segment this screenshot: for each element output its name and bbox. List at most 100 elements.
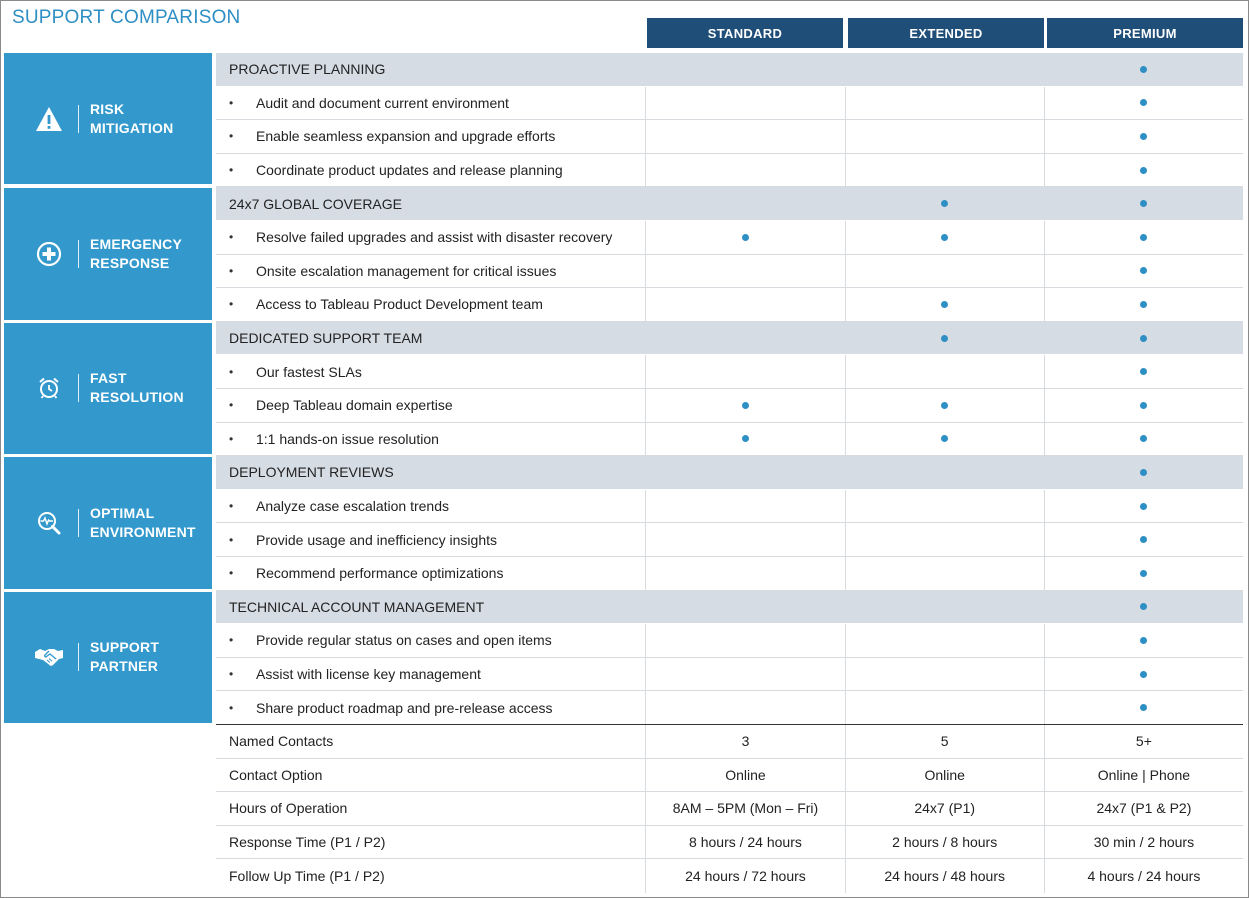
feature-row: • Deep Tableau domain expertise xyxy=(216,389,1243,423)
cell-extended xyxy=(845,187,1044,220)
cell-standard xyxy=(645,153,844,187)
row-text: 1:1 hands-on issue resolution xyxy=(256,430,439,447)
bullet-icon: • xyxy=(229,633,234,648)
cell-premium xyxy=(1043,657,1243,691)
summary-value-extended: 24x7 (P1) xyxy=(844,792,1044,825)
cell-premium xyxy=(1043,153,1243,187)
summary-row: Named Contacts 3 5 5+ xyxy=(216,725,1243,759)
feature-label: • Analyze case escalation trends xyxy=(216,490,645,523)
cell-standard xyxy=(645,120,844,153)
feature-row: • Recommend performance optimizations xyxy=(216,557,1243,591)
row-text: TECHNICAL ACCOUNT MANAGEMENT xyxy=(229,598,485,615)
cell-premium xyxy=(1044,591,1243,624)
section-header-row: TECHNICAL ACCOUNT MANAGEMENT xyxy=(216,590,1243,625)
category-label: EMERGENCY RESPONSE xyxy=(90,236,183,272)
row-text: Recommend performance optimizations xyxy=(256,565,504,582)
cell-premium xyxy=(1043,86,1243,120)
feature-row: • Resolve failed upgrades and assist with… xyxy=(216,221,1243,255)
feature-label: • Assist with license key management xyxy=(216,658,645,691)
included-dot-icon xyxy=(1140,166,1148,174)
feature-label: • Audit and document current environment xyxy=(216,87,645,120)
cell-premium xyxy=(1043,288,1243,321)
cell-extended xyxy=(844,557,1044,590)
cell-extended xyxy=(844,355,1044,388)
summary-value-premium: 24x7 (P1 & P2) xyxy=(1043,792,1243,825)
cell-standard xyxy=(645,657,844,691)
feature-row: • Provide usage and inefficiency insights xyxy=(216,523,1243,557)
included-dot-icon xyxy=(1140,267,1148,275)
cell-premium xyxy=(1043,254,1243,288)
summary-value-premium: Online | Phone xyxy=(1043,758,1243,792)
cell-extended xyxy=(845,322,1044,355)
medical-plus-icon xyxy=(34,239,64,269)
cell-extended xyxy=(844,288,1044,321)
feature-label: • Access to Tableau Product Development t… xyxy=(216,288,645,321)
section-title: TECHNICAL ACCOUNT MANAGEMENT xyxy=(216,591,645,624)
cell-standard xyxy=(645,187,844,220)
included-dot-icon xyxy=(941,401,949,409)
cell-standard xyxy=(645,254,844,288)
bullet-icon: • xyxy=(229,95,234,110)
included-dot-icon xyxy=(741,401,749,409)
cell-premium xyxy=(1044,53,1243,86)
cell-extended xyxy=(844,221,1044,254)
feature-label: • Enable seamless expansion and upgrade e… xyxy=(216,120,645,153)
included-dot-icon xyxy=(941,200,949,208)
summary-value-standard: 3 xyxy=(645,725,844,758)
summary-value-standard: 8AM – 5PM (Mon – Fri) xyxy=(645,792,844,825)
cell-standard xyxy=(645,489,844,523)
feature-label: • Recommend performance optimizations xyxy=(216,557,645,590)
column-header-premium: PREMIUM xyxy=(1047,18,1243,48)
section-title: 24x7 GLOBAL COVERAGE xyxy=(216,187,645,220)
feature-label: • Onsite escalation management for critic… xyxy=(216,255,645,288)
cell-extended xyxy=(844,254,1044,288)
cell-premium xyxy=(1044,456,1243,489)
section-header-row: 24x7 GLOBAL COVERAGE xyxy=(216,187,1243,221)
category-emergency-response: EMERGENCY RESPONSE xyxy=(4,188,212,320)
bullet-icon: • xyxy=(229,364,234,379)
cell-premium xyxy=(1043,489,1243,523)
category-label: FAST RESOLUTION xyxy=(90,370,184,406)
included-dot-icon xyxy=(941,334,949,342)
bullet-icon: • xyxy=(229,431,234,446)
feature-row: • 1:1 hands-on issue resolution xyxy=(216,422,1243,457)
row-text: Share product roadmap and pre-release ac… xyxy=(256,699,553,716)
category-divider xyxy=(78,240,79,269)
row-text: DEDICATED SUPPORT TEAM xyxy=(229,330,423,347)
cell-extended xyxy=(844,657,1044,691)
bullet-icon: • xyxy=(229,263,234,278)
cell-standard xyxy=(645,523,844,556)
cell-standard xyxy=(645,691,844,724)
cell-extended xyxy=(844,523,1044,556)
included-dot-icon xyxy=(1140,401,1148,409)
included-dot-icon xyxy=(1140,468,1148,476)
summary-value-premium: 4 hours / 24 hours xyxy=(1043,859,1243,893)
feature-label: • Resolve failed upgrades and assist with… xyxy=(216,221,645,254)
cell-standard xyxy=(645,557,844,590)
category-optimal-environment: OPTIMAL ENVIRONMENT xyxy=(4,457,212,589)
category-divider xyxy=(78,104,79,133)
feature-row: • Coordinate product updates and release … xyxy=(216,153,1243,188)
summary-value-premium: 5+ xyxy=(1043,725,1243,758)
feature-row: • Provide regular status on cases and ope… xyxy=(216,624,1243,658)
row-text: Provide regular status on cases and open… xyxy=(256,632,552,649)
section-header-row: PROACTIVE PLANNING xyxy=(216,53,1243,87)
cell-standard xyxy=(645,53,844,86)
row-text: Our fastest SLAs xyxy=(256,363,362,380)
cell-premium xyxy=(1043,557,1243,590)
included-dot-icon xyxy=(1140,502,1148,510)
row-text: Resolve failed upgrades and assist with … xyxy=(256,229,613,246)
cell-premium xyxy=(1043,120,1243,153)
feature-label: • Coordinate product updates and release … xyxy=(216,154,645,187)
included-dot-icon xyxy=(741,233,749,241)
cell-extended xyxy=(844,624,1044,657)
cell-standard xyxy=(645,389,844,422)
included-dot-icon xyxy=(1140,536,1148,544)
cell-standard xyxy=(645,591,844,624)
summary-value-standard: 8 hours / 24 hours xyxy=(645,825,844,859)
section-header-row: DEPLOYMENT REVIEWS xyxy=(216,456,1243,490)
included-dot-icon xyxy=(1140,704,1148,712)
cell-extended xyxy=(844,422,1044,456)
category-risk-mitigation: RISK MITIGATION xyxy=(4,53,212,185)
section-header-row: DEDICATED SUPPORT TEAM xyxy=(216,321,1243,356)
